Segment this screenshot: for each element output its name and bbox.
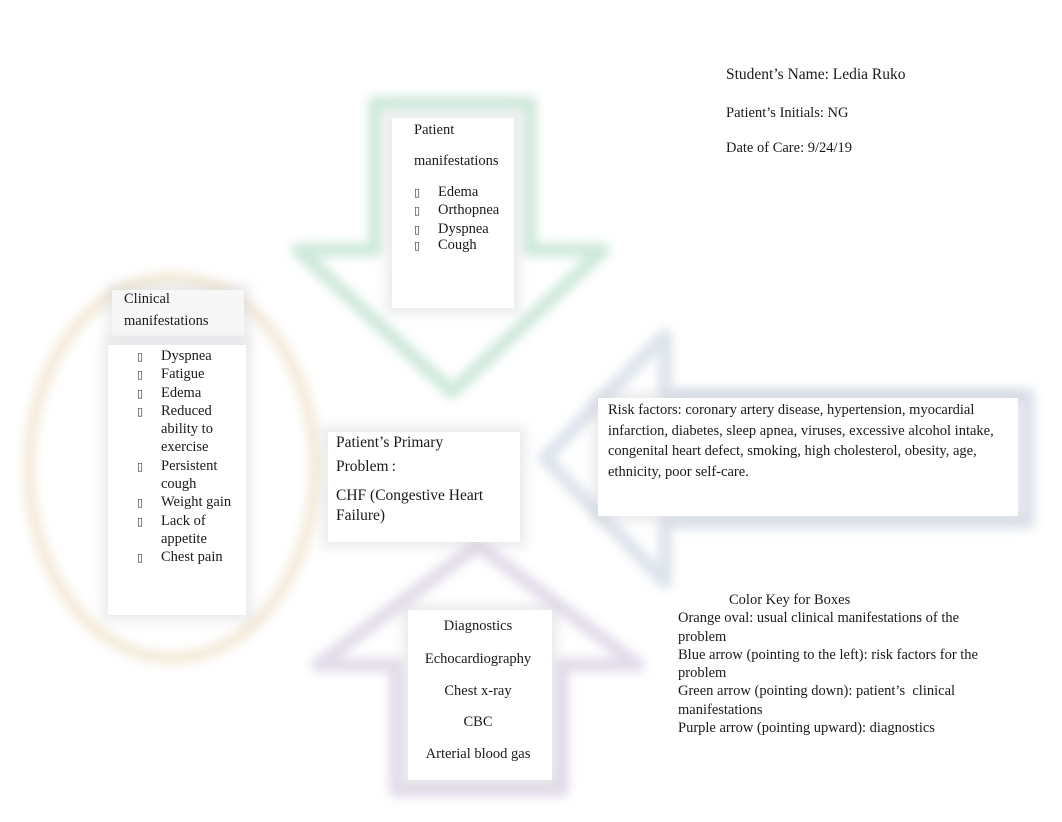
square-bullet-icon: ▯ [137,514,144,528]
square-bullet-icon: ▯ [137,350,144,363]
color-key: Color Key for Boxes Orange oval: usual c… [678,591,1008,737]
primary-problem-value: CHF (Congestive Heart Failure) [336,487,484,524]
square-bullet-icon: ▯ [414,204,421,218]
list-item: ▯ Weight gain [137,493,247,511]
square-bullet-icon: ▯ [137,404,144,418]
list-item: ▯ Persistent cough [137,457,233,494]
square-bullet-icon: ▯ [414,186,421,199]
color-key-title: Color Key for Boxes [729,592,851,608]
diagnostics-title: Diagnostics [443,618,513,634]
square-bullet-icon: ▯ [137,386,144,400]
square-bullet-icon: ▯ [137,368,144,382]
list-item-text: Dyspnea [438,220,489,237]
list-item: ▯ Dyspnea [137,347,247,365]
clinical-manifestations-list: ▯ Dyspnea ▯ Fatigue ▯ Edema ▯ Reduced abilit… [137,347,247,567]
patient-manifestations-list: ▯ Edema ▯ Orthopnea ▯ Dyspnea ▯ Cough [414,183,499,254]
list-item-text: Edema [438,184,479,200]
diagnostics-item: Chest x-ray [444,683,512,699]
clinical-manifestations: Clinical manifestations [124,290,209,330]
list-item: ▯ Fatigue [137,365,247,383]
color-key-entry-green: Green arrow (pointing down): patient’s c… [678,683,959,718]
color-key-entry-orange: Orange oval: usual clinical manifestatio… [678,610,960,645]
list-item: ▯ Cough [414,236,499,254]
square-bullet-icon: ▯ [414,238,421,252]
list-item-text: Lack of appetite [161,512,207,547]
list-item-text: Weight gain [161,494,232,511]
square-bullet-icon: ▯ [137,496,144,510]
color-key-entry-blue: Blue arrow (pointing to the left): risk … [678,646,978,682]
primary-problem-label-1: Patient’s Primary [336,434,444,451]
patient-manifestations-title-2: manifestations [414,153,499,169]
primary-problem: Patient’s Primary Problem : CHF (Congest… [336,434,516,526]
list-item-text: Persistent cough [161,457,218,493]
clinical-manifestations-title-1: Clinical [124,291,170,307]
list-item-text: Reduced ability to exercise [161,402,213,456]
risk-factors: Risk factors: coronary artery disease, h… [608,402,994,480]
square-bullet-icon: ▯ [137,551,144,565]
clinical-manifestations-title-2: manifestations [124,313,209,329]
list-item-text: Cough [438,236,477,253]
diagnostics-item: CBC [463,714,493,730]
patient-initials: Patient’s Initials: NG [726,105,849,121]
list-item: ▯ Orthopnea [414,201,499,219]
list-item: ▯ Reduced ability to exercise [137,402,221,457]
patient-manifestations-title-1: Patient [414,122,455,138]
primary-problem-label-2: Problem : [336,458,396,475]
list-item: ▯ Edema [414,183,499,201]
square-bullet-icon: ▯ [137,459,144,473]
date-of-care: Date of Care: 9/24/19 [726,140,853,156]
patient-manifestations: Patient manifestations ▯ Edema ▯ Orthopnea… [414,121,499,254]
list-item: ▯ Chest pain [137,548,247,566]
student-name: Student’s Name: Ledia Ruko [726,66,906,83]
list-item-text: Dyspnea [161,348,212,364]
diagnostics: Diagnostics Echocardiography Chest x-ray… [408,617,548,763]
color-key-entry-purple: Purple arrow (pointing upward): diagnost… [678,720,935,737]
list-item-text: Orthopnea [438,202,500,219]
list-item-text: Fatigue [161,366,205,383]
list-item: ▯ Edema [137,384,247,402]
list-item: ▯ Lack of appetite [137,512,221,549]
diagnostics-item: Echocardiography [424,651,532,667]
list-item-text: Edema [161,384,202,401]
diagnostics-item: Arterial blood gas [425,746,531,762]
list-item-text: Chest pain [161,549,223,566]
